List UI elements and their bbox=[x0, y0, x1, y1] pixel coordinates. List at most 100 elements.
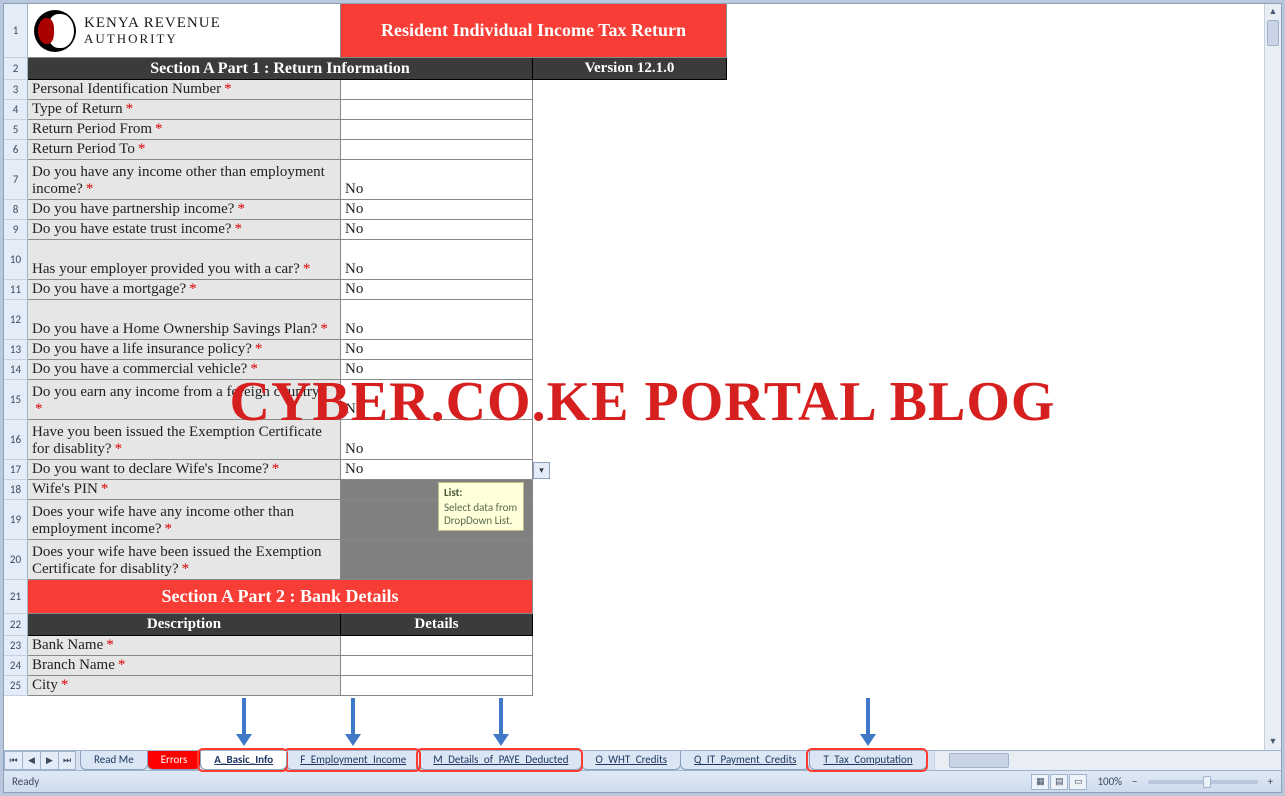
row-header[interactable]: 11 bbox=[4, 280, 28, 300]
field-value[interactable]: No bbox=[341, 360, 533, 380]
col-details-header: Details bbox=[341, 614, 533, 636]
field-label: Do you earn any income from a foreign co… bbox=[28, 380, 341, 420]
field-label: Has your employer provided you with a ca… bbox=[28, 240, 341, 280]
row-header[interactable]: 17 bbox=[4, 460, 28, 480]
row-header[interactable]: 14 bbox=[4, 360, 28, 380]
field-value[interactable]: No bbox=[341, 240, 533, 280]
dropdown-button[interactable] bbox=[533, 462, 550, 479]
field-label: Return Period To* bbox=[28, 140, 341, 160]
row-header[interactable]: 25 bbox=[4, 676, 28, 696]
row-header[interactable]: 12 bbox=[4, 300, 28, 340]
row-header[interactable]: 19 bbox=[4, 500, 28, 540]
vertical-scrollbar[interactable]: ▲ ▼ bbox=[1264, 4, 1281, 750]
field-value[interactable]: No bbox=[341, 220, 533, 240]
scroll-up-icon[interactable]: ▲ bbox=[1265, 4, 1281, 20]
sheet-tab-o_wht_credits[interactable]: O_WHT_Credits bbox=[581, 751, 681, 770]
field-label: Have you been issued the Exemption Certi… bbox=[28, 420, 341, 460]
field-label: Do you have any income other than employ… bbox=[28, 160, 341, 200]
row-header[interactable]: 23 bbox=[4, 636, 28, 656]
row-header[interactable]: 22 bbox=[4, 614, 28, 636]
status-ready: Ready bbox=[12, 775, 39, 788]
tab-nav-buttons: ⏮ ◀ ▶ ⏭ bbox=[4, 751, 76, 770]
section-a1-header: Section A Part 1 : Return Information bbox=[28, 58, 533, 80]
field-label: Branch Name* bbox=[28, 656, 341, 676]
row-header[interactable]: 24 bbox=[4, 656, 28, 676]
field-label: Return Period From* bbox=[28, 120, 341, 140]
normal-view-icon[interactable]: ▦ bbox=[1031, 774, 1049, 790]
field-value[interactable] bbox=[341, 636, 533, 656]
status-bar: Ready ▦ ▤ ▭ 100% − + bbox=[4, 770, 1281, 792]
row-header[interactable]: 16 bbox=[4, 420, 28, 460]
workbook-frame: 1 KENYA REVENUE AUTHORITY Resident Indiv… bbox=[3, 3, 1282, 793]
field-value[interactable]: No bbox=[341, 300, 533, 340]
field-value[interactable] bbox=[341, 540, 533, 580]
row-header[interactable]: 18 bbox=[4, 480, 28, 500]
scrollbar-thumb[interactable] bbox=[1267, 20, 1279, 46]
field-label: Does your wife have been issued the Exem… bbox=[28, 540, 341, 580]
row-header[interactable]: 6 bbox=[4, 140, 28, 160]
row-header[interactable]: 21 bbox=[4, 580, 28, 614]
zoom-out-icon[interactable]: − bbox=[1132, 775, 1137, 788]
page-layout-view-icon[interactable]: ▤ bbox=[1050, 774, 1068, 790]
sheet-tab-a_basic_info[interactable]: A_Basic_Info bbox=[200, 751, 287, 770]
tab-last-icon[interactable]: ⏭ bbox=[58, 751, 76, 770]
field-value[interactable]: No bbox=[341, 380, 533, 420]
sheet-tab-read me[interactable]: Read Me bbox=[80, 751, 148, 770]
field-value[interactable]: No bbox=[341, 160, 533, 200]
field-value[interactable] bbox=[341, 80, 533, 100]
tab-prev-icon[interactable]: ◀ bbox=[22, 751, 40, 770]
zoom-in-icon[interactable]: + bbox=[1268, 775, 1273, 788]
sheet-tab-f_employment_income[interactable]: F_Employment_Income bbox=[286, 751, 420, 770]
view-buttons[interactable]: ▦ ▤ ▭ bbox=[1031, 774, 1087, 790]
tab-next-icon[interactable]: ▶ bbox=[40, 751, 58, 770]
field-value[interactable]: No bbox=[341, 460, 533, 480]
row-header[interactable]: 1 bbox=[4, 4, 28, 58]
sheet-tab-strip: ⏮ ◀ ▶ ⏭ Read MeErrorsA_Basic_InfoF_Emplo… bbox=[4, 750, 1281, 770]
row-header[interactable]: 10 bbox=[4, 240, 28, 280]
field-value[interactable]: No bbox=[341, 280, 533, 300]
row-header[interactable]: 9 bbox=[4, 220, 28, 240]
field-label: City* bbox=[28, 676, 341, 696]
sheet-tab-m_details_of_paye_deducted[interactable]: M_Details_of_PAYE_Deducted bbox=[419, 751, 582, 770]
field-label: Do you have a commercial vehicle?* bbox=[28, 360, 341, 380]
page-break-view-icon[interactable]: ▭ bbox=[1069, 774, 1087, 790]
tab-first-icon[interactable]: ⏮ bbox=[4, 751, 22, 770]
row-header[interactable]: 7 bbox=[4, 160, 28, 200]
row-header[interactable]: 15 bbox=[4, 380, 28, 420]
sheet-tab-t_tax_computation[interactable]: T_Tax_Computation bbox=[809, 751, 926, 770]
row-header[interactable]: 5 bbox=[4, 120, 28, 140]
zoom-slider[interactable] bbox=[1148, 780, 1258, 784]
row-header[interactable]: 8 bbox=[4, 200, 28, 220]
lion-logo-icon bbox=[34, 10, 76, 52]
field-label: Do you have a life insurance policy?* bbox=[28, 340, 341, 360]
field-label: Personal Identification Number* bbox=[28, 80, 341, 100]
field-label: Do you want to declare Wife's Income?* bbox=[28, 460, 341, 480]
field-label: Do you have estate trust income?* bbox=[28, 220, 341, 240]
field-value[interactable]: No bbox=[341, 340, 533, 360]
scroll-down-icon[interactable]: ▼ bbox=[1265, 734, 1281, 750]
section-a2-header: Section A Part 2 : Bank Details bbox=[28, 580, 533, 614]
field-value[interactable] bbox=[341, 100, 533, 120]
field-label: Type of Return* bbox=[28, 100, 341, 120]
validation-tooltip: List: Select data from DropDown List. bbox=[438, 482, 524, 531]
sheet-tab-q_it_payment_credits[interactable]: Q_IT_Payment_Credits bbox=[680, 751, 810, 770]
kra-logo-cell: KENYA REVENUE AUTHORITY bbox=[28, 4, 341, 58]
logo-text: KENYA REVENUE AUTHORITY bbox=[84, 16, 221, 45]
row-header[interactable]: 2 bbox=[4, 58, 28, 80]
field-value[interactable]: No bbox=[341, 200, 533, 220]
field-value[interactable] bbox=[341, 656, 533, 676]
field-value[interactable] bbox=[341, 140, 533, 160]
row-header[interactable]: 4 bbox=[4, 100, 28, 120]
field-label: Does your wife have any income other tha… bbox=[28, 500, 341, 540]
sheet-tab-errors[interactable]: Errors bbox=[147, 751, 202, 770]
worksheet-grid: 1 KENYA REVENUE AUTHORITY Resident Indiv… bbox=[4, 4, 1264, 750]
field-value[interactable] bbox=[341, 120, 533, 140]
row-header[interactable]: 3 bbox=[4, 80, 28, 100]
field-value[interactable]: No bbox=[341, 420, 533, 460]
field-label: Bank Name* bbox=[28, 636, 341, 656]
row-header[interactable]: 13 bbox=[4, 340, 28, 360]
zoom-level[interactable]: 100% bbox=[1097, 775, 1122, 788]
row-header[interactable]: 20 bbox=[4, 540, 28, 580]
horizontal-scrollbar[interactable] bbox=[934, 751, 1281, 770]
field-value[interactable] bbox=[341, 676, 533, 696]
